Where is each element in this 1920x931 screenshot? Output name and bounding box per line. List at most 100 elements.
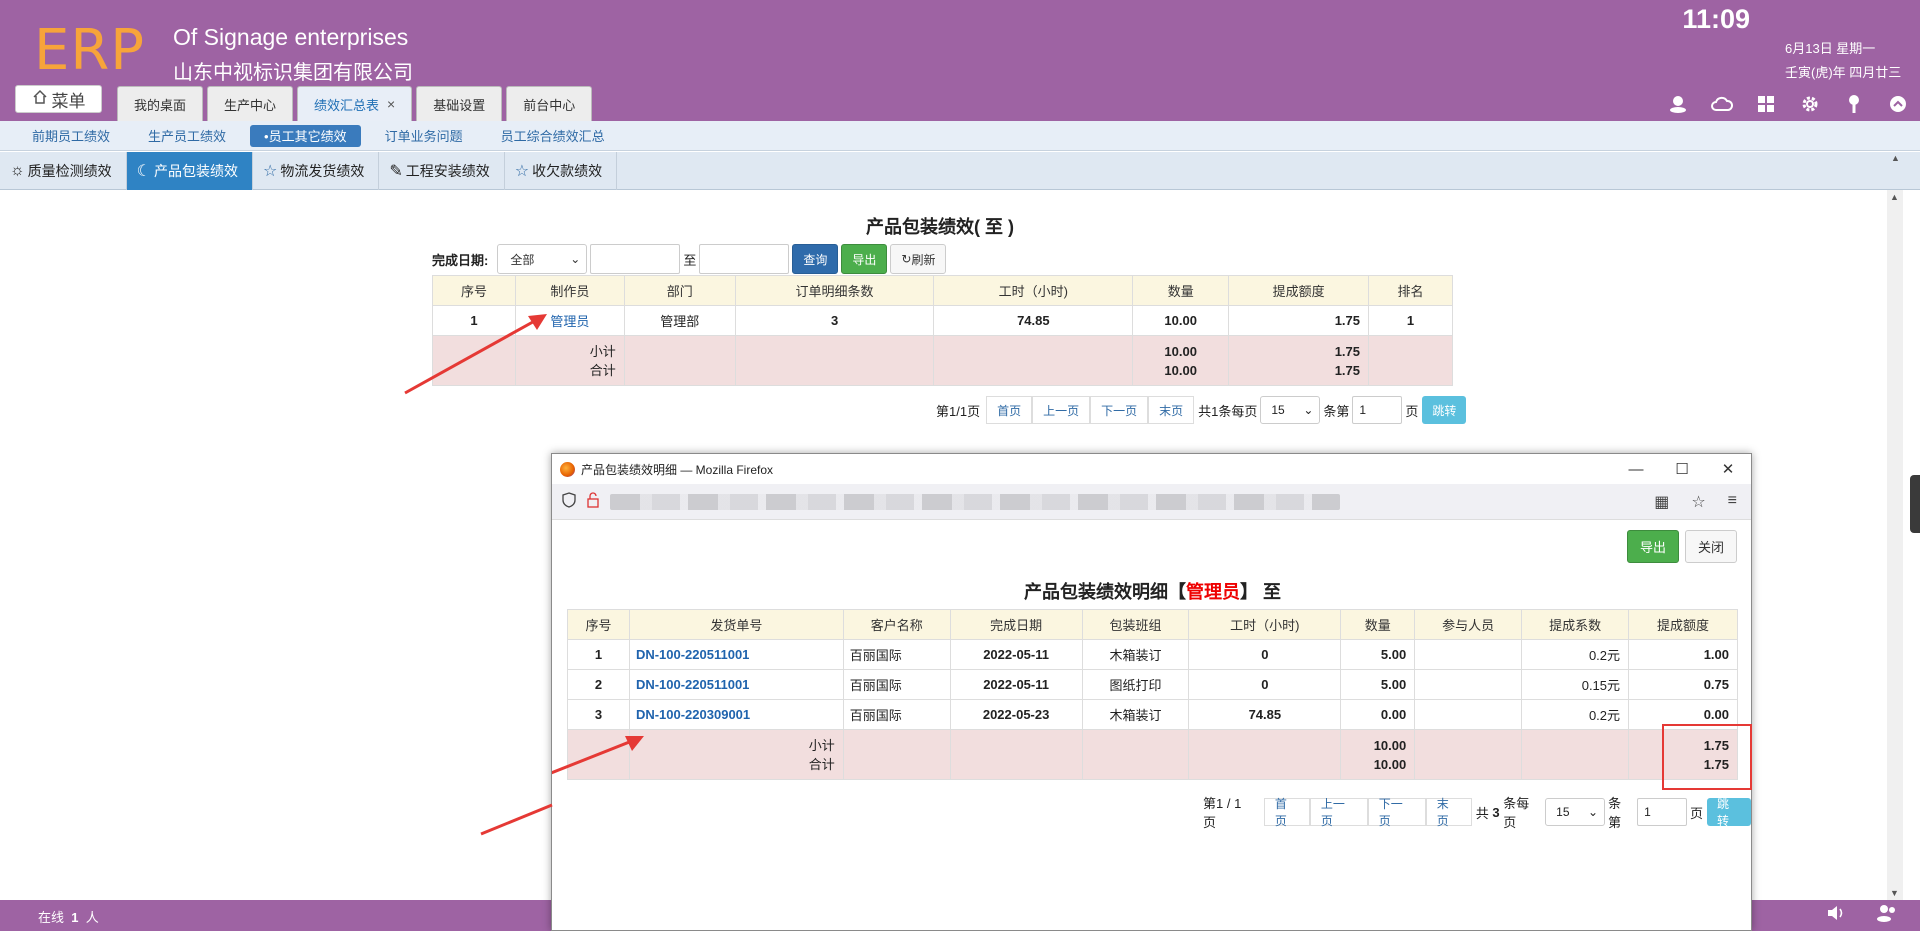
side-drawer-handle[interactable] [1910, 475, 1920, 533]
scroll-up-icon[interactable]: ▲ [1891, 153, 1900, 163]
export-button[interactable]: 导出 [1626, 530, 1679, 563]
users-icon[interactable] [1876, 904, 1898, 925]
cell-hours: 0 [1188, 669, 1342, 700]
column-header: 工时（小时) [933, 275, 1134, 306]
tab-logistics-shipping[interactable]: ☆ 物流发货绩效 [253, 152, 380, 190]
cloud-icon[interactable] [1710, 92, 1734, 116]
popup-pagination: 第1 / 1 页 首页 上一页 下一页 末页 共 3 条每页 15 ⌄ 条第 1 … [1203, 793, 1752, 831]
end-date-input[interactable] [699, 244, 790, 274]
tab-quality-inspection[interactable]: ☼ 质量检测绩效 [0, 152, 127, 190]
scroll-up-icon[interactable]: ▲ [1890, 192, 1899, 202]
key-icon[interactable] [1842, 92, 1866, 116]
hamburger-menu-icon[interactable]: ≡ [1728, 492, 1737, 512]
maker-link[interactable]: 管理员 [550, 314, 589, 329]
goto-button[interactable]: 跳转 [1422, 396, 1467, 424]
page-size-select[interactable]: 15 ⌄ [1260, 396, 1321, 424]
cell-date: 2022-05-11 [949, 639, 1083, 670]
cell-ship-no: DN-100-220511001 [628, 669, 844, 700]
column-header: 订单明细条数 [734, 275, 935, 306]
last-page-button[interactable]: 末页 [1148, 396, 1195, 424]
close-button[interactable]: 关闭 [1684, 530, 1737, 563]
total-count-text: 共1条每页 [1198, 403, 1258, 419]
goto-button[interactable]: 跳转 [1707, 797, 1752, 828]
tab-label: 生产中心 [224, 97, 277, 113]
last-page-button[interactable]: 末页 [1425, 797, 1472, 828]
subtotal-label: 小计 [808, 737, 835, 753]
gear-icon[interactable] [1798, 92, 1822, 116]
refresh-button[interactable]: ↻ 刷新 [890, 244, 947, 274]
prev-page-button[interactable]: 上一页 [1032, 396, 1091, 424]
page-info: 第1 / 1 页 [1203, 796, 1242, 830]
speaker-icon[interactable] [1826, 904, 1846, 925]
cell-no: 3 [567, 699, 630, 730]
sum-qty: 10.00 10.00 [1132, 335, 1230, 386]
cell-coef: 0.2元 [1521, 699, 1630, 730]
tab-my-desktop[interactable]: 我的桌面 [117, 86, 204, 121]
cell-lines: 3 [734, 305, 935, 336]
page-number-input[interactable]: 1 [1637, 798, 1688, 826]
window-title: 产品包装绩效明细 — Mozilla Firefox [581, 462, 774, 477]
menu-button[interactable]: 菜单 [15, 85, 102, 113]
subnav-item-summary[interactable]: 员工综合绩效汇总 [487, 125, 619, 147]
tab-front-center[interactable]: 前台中心 [506, 86, 593, 121]
prev-page-button[interactable]: 上一页 [1309, 797, 1368, 828]
close-icon[interactable]: ✕ [1705, 454, 1751, 484]
vertical-scrollbar[interactable]: ▲ ▼ [1887, 190, 1903, 900]
annotation-highlight-box [1662, 724, 1752, 790]
subnav-item-other-staff[interactable]: •员工其它绩效 [250, 124, 361, 147]
subnav-item-early-staff[interactable]: 前期员工绩效 [18, 125, 124, 147]
shipment-link[interactable]: DN-100-220511001 [636, 647, 749, 662]
page-number-input[interactable]: 1 [1352, 396, 1403, 424]
collapse-icon[interactable] [1886, 92, 1910, 116]
page-size-select[interactable]: 15 ⌄ [1545, 798, 1606, 826]
tab-product-packaging[interactable]: ☾ 产品包装绩效 [126, 152, 254, 190]
table-row: 1 管理员 管理部 3 74.85 10.00 1.75 1 [432, 305, 1453, 336]
cell-coef: 0.2元 [1521, 639, 1630, 670]
minimize-icon[interactable]: — [1613, 454, 1659, 484]
total-commission: 1.75 [1334, 362, 1361, 378]
app-header: ERP Of Signage enterprises 山东中视标识集团有限公司 … [0, 0, 1920, 121]
user-icon[interactable] [1666, 92, 1690, 116]
date-range-select[interactable]: 全部 ⌄ [497, 244, 588, 274]
sum-commission: 1.75 1.75 [1228, 335, 1370, 386]
maximize-icon[interactable]: ☐ [1659, 454, 1705, 484]
summary-row: 小计 合计 10.00 10.00 1.75 1.75 [432, 335, 1453, 386]
tab-performance-summary[interactable]: 绩效汇总表 × [297, 86, 413, 121]
tab-engineering-install[interactable]: ✎ 工程安装绩效 [379, 152, 505, 190]
export-button[interactable]: 导出 [841, 244, 888, 274]
next-page-button[interactable]: 下一页 [1367, 797, 1426, 828]
popup-browser-window: 产品包装绩效明细 — Mozilla Firefox — ☐ ✕ ▦ ☆ ≡ 导… [551, 453, 1752, 931]
title-suffix: 】 至 [1239, 582, 1281, 602]
subnav-item-order-issues[interactable]: 订单业务问题 [371, 125, 477, 147]
apps-icon[interactable] [1754, 92, 1778, 116]
subnav-item-production-staff[interactable]: 生产员工绩效 [134, 125, 240, 147]
start-date-input[interactable] [590, 244, 681, 274]
query-button[interactable]: 查询 [792, 244, 839, 274]
qr-code-icon[interactable]: ▦ [1654, 492, 1669, 512]
annotation-arrow [480, 803, 553, 836]
cell-customer: 百丽国际 [842, 639, 951, 670]
next-page-button[interactable]: 下一页 [1090, 396, 1149, 424]
table-row: 1 DN-100-220511001 百丽国际 2022-05-11 木箱装订 … [567, 639, 1738, 670]
first-page-button[interactable]: 首页 [986, 396, 1033, 424]
column-header: 发货单号 [628, 609, 844, 640]
shipment-link[interactable]: DN-100-220511001 [636, 677, 749, 692]
first-page-button[interactable]: 首页 [1263, 797, 1310, 828]
online-users: 在线 1 人 [38, 907, 99, 926]
table-row: 2 DN-100-220511001 百丽国际 2022-05-11 图纸打印 … [567, 669, 1738, 700]
close-icon[interactable]: × [387, 96, 395, 112]
tab-basic-settings[interactable]: 基础设置 [416, 86, 503, 121]
url-bar[interactable] [552, 484, 1751, 520]
company-name-cn: 山东中视标识集团有限公司 [173, 62, 413, 84]
tab-production-center[interactable]: 生产中心 [207, 86, 294, 121]
tab-label: 产品包装绩效 [154, 163, 239, 179]
summary-table: 序号 制作员 部门 订单明细条数 工时（小时) 数量 提成额度 排名 1 管理员… [432, 275, 1453, 386]
shipment-link[interactable]: DN-100-220309001 [636, 707, 750, 722]
tab-debt-collection[interactable]: ☆ 收欠款绩效 [505, 152, 618, 190]
bookmark-star-icon[interactable]: ☆ [1691, 492, 1705, 512]
scroll-down-icon[interactable]: ▼ [1890, 888, 1899, 898]
url-blurred [610, 493, 1340, 510]
chevron-down-icon: ⌄ [1303, 403, 1314, 417]
column-header: 数量 [1340, 609, 1416, 640]
cell-commission: 1.75 [1228, 305, 1370, 336]
